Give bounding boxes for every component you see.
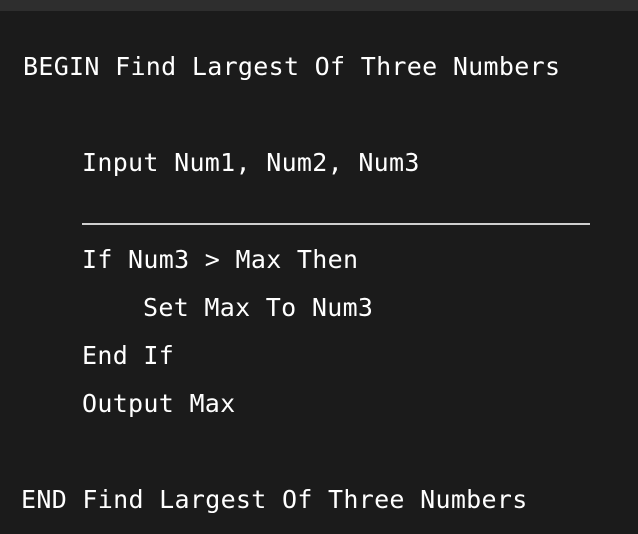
blank-line-placeholder <box>82 223 590 225</box>
end-line: END Find Largest Of Three Numbers <box>21 485 528 514</box>
begin-line: BEGIN Find Largest Of Three Numbers <box>23 52 561 81</box>
top-border <box>0 0 638 11</box>
input-line: Input Num1, Num2, Num3 <box>82 148 420 177</box>
set-line: Set Max To Num3 <box>143 293 374 322</box>
pseudocode-editor: BEGIN Find Largest Of Three Numbers Inpu… <box>0 0 638 534</box>
if-line: If Num3 > Max Then <box>82 245 359 274</box>
output-line: Output Max <box>82 389 236 418</box>
end-if-line: End If <box>82 341 175 370</box>
